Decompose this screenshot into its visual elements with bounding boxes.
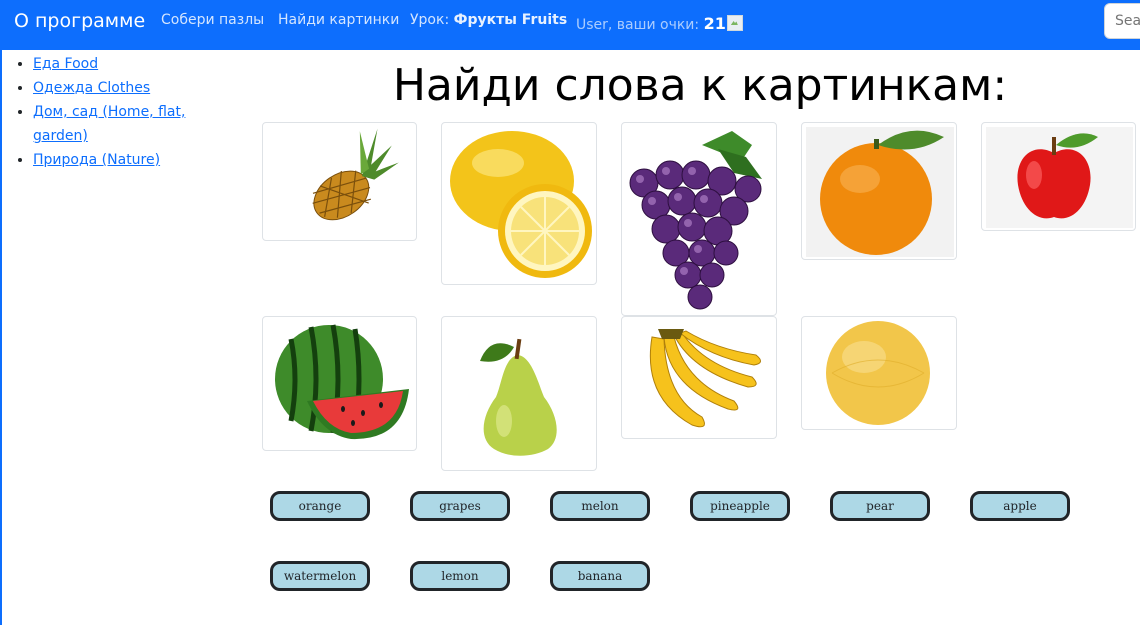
apple-image: [986, 127, 1133, 228]
about-link[interactable]: О программе: [14, 10, 145, 32]
sidebar-item-home[interactable]: Дом, сад (Home, flat, garden): [33, 104, 185, 144]
sidebar-item: Одежда Clothes: [33, 76, 213, 100]
picture-card-pineapple[interactable]: [262, 122, 417, 241]
picture-card-grapes[interactable]: [621, 122, 777, 316]
picture-card-watermelon[interactable]: [262, 316, 417, 451]
picture-card-pear[interactable]: [441, 316, 597, 471]
score-value: 21: [703, 14, 726, 33]
lesson-prefix: Урок:: [410, 12, 450, 28]
sidebar-item: Дом, сад (Home, flat, garden): [33, 100, 213, 148]
banana-image: [649, 329, 761, 428]
picture-card-melon[interactable]: [801, 316, 957, 430]
picture-card-apple[interactable]: [981, 122, 1136, 231]
picture-card-orange[interactable]: [801, 122, 957, 260]
page-title: Найди слова к картинкам:: [392, 60, 1008, 111]
word-button-melon[interactable]: melon: [550, 491, 650, 521]
navbar: О программе Собери пазлы Найди картинки …: [0, 0, 1140, 50]
sidebar-item-nature[interactable]: Природа (Nature): [33, 152, 160, 168]
word-button-pineapple[interactable]: pineapple: [690, 491, 790, 521]
word-button-orange[interactable]: orange: [270, 491, 370, 521]
sidebar-item: Еда Food: [33, 52, 213, 76]
lemon-image: [450, 131, 592, 278]
broken-image-icon: [726, 15, 743, 31]
word-button-banana[interactable]: banana: [550, 561, 650, 591]
melon-image: [826, 321, 930, 425]
nav-puzzles-link[interactable]: Собери пазлы: [161, 12, 264, 28]
user-score: User, ваши очки: 21: [576, 14, 743, 33]
word-button-apple[interactable]: apple: [970, 491, 1070, 521]
lesson-name: Фрукты Fruits: [453, 12, 568, 28]
sidebar-item-food[interactable]: Еда Food: [33, 56, 98, 72]
word-button-lemon[interactable]: lemon: [410, 561, 510, 591]
sidebar-lesson-list: Еда Food Одежда Clothes Дом, сад (Home, …: [13, 52, 213, 172]
search-input[interactable]: [1104, 3, 1140, 39]
pineapple-image: [312, 128, 399, 221]
user-score-label: User, ваши очки:: [576, 17, 700, 33]
page-left-border: [0, 50, 2, 625]
grapes-image: [629, 131, 762, 310]
pear-image: [480, 338, 557, 456]
picture-card-lemon[interactable]: [441, 122, 597, 285]
word-button-grapes[interactable]: grapes: [410, 491, 510, 521]
word-button-pear[interactable]: pear: [830, 491, 930, 521]
orange-image: [806, 127, 954, 257]
sidebar-item: Природа (Nature): [33, 148, 213, 172]
sidebar-item-clothes[interactable]: Одежда Clothes: [33, 80, 150, 96]
word-button-watermelon[interactable]: watermelon: [270, 561, 370, 591]
lesson-indicator: Урок: Фрукты Fruits: [410, 12, 567, 28]
picture-card-banana[interactable]: [621, 316, 777, 439]
watermelon-image: [275, 324, 409, 440]
nav-find-pictures-link[interactable]: Найди картинки: [278, 12, 399, 28]
